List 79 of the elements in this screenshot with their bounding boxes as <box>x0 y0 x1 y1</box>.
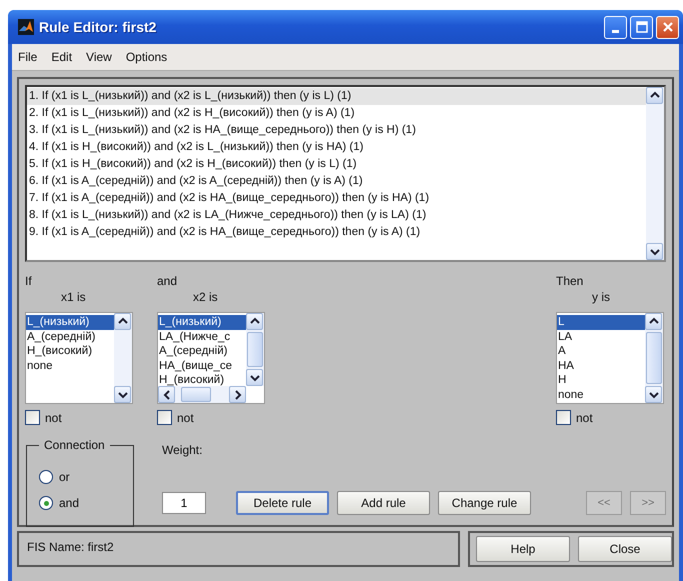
peak-icon <box>18 19 34 35</box>
weight-label: Weight: <box>162 442 204 459</box>
rule-row[interactable]: 5. If (x1 is H_(високий)) and (x2 is H_(високий)) then (y is L) (1) <box>27 156 646 173</box>
rule-row[interactable]: 3. If (x1 is L_(низький)) and (x2 is HA_(вище_середнього)) then (y is H) (1) <box>27 122 646 139</box>
list-option[interactable]: L_(низький) <box>26 315 114 330</box>
not-checkbox[interactable] <box>157 410 172 425</box>
checkbox-label: not <box>576 410 593 424</box>
list-option[interactable]: A_(середній) <box>26 330 114 344</box>
not-checkbox[interactable] <box>556 410 571 425</box>
rule-row[interactable]: 2. If (x1 is L_(низький)) and (x2 is H_(високий)) then (y is A) (1) <box>27 105 646 122</box>
not-checkbox[interactable] <box>25 410 40 425</box>
checkbox-label: not <box>177 410 194 424</box>
minimize-icon <box>612 30 619 32</box>
close-button[interactable] <box>656 16 679 38</box>
scroll-right-button[interactable] <box>229 386 246 403</box>
scroll-down-button[interactable] <box>246 369 263 386</box>
variable-label: x1 is <box>60 290 87 306</box>
list-option[interactable]: H <box>557 373 645 388</box>
radio-label: and <box>59 496 80 510</box>
scroll-thumb[interactable] <box>646 332 662 384</box>
rule-button[interactable]: Delete rule <box>236 491 329 515</box>
menu-item[interactable]: File <box>18 50 38 64</box>
scrollbar[interactable] <box>114 313 132 403</box>
scroll-thumb[interactable] <box>181 387 211 402</box>
footer-button[interactable]: Close <box>578 536 672 562</box>
rule-row[interactable]: 6. If (x1 is A_(середній)) and (x2 is A_(середній)) then (y is A) (1) <box>27 173 646 190</box>
close-icon <box>662 21 674 33</box>
list-option[interactable]: HA_(вище_се <box>158 358 246 373</box>
scroll-down-button[interactable] <box>645 386 662 403</box>
radio-button[interactable] <box>39 496 53 510</box>
footer-button[interactable]: Help <box>476 536 570 562</box>
horizontal-scrollbar[interactable] <box>158 386 246 403</box>
minimize-button[interactable] <box>604 16 627 38</box>
list-option[interactable]: HA <box>557 358 645 373</box>
section-label: Then <box>556 274 584 290</box>
rule-row[interactable]: 8. If (x1 is L_(низький)) and (x2 is LA_(Нижче_середнього)) then (y is LA) (1) <box>27 207 646 224</box>
scroll-up-button[interactable] <box>114 313 131 330</box>
list-option[interactable]: H_(високий) <box>26 344 114 358</box>
rule-row[interactable]: 9. If (x1 is A_(середній)) and (x2 is HA_(вище_середнього)) then (y is A) (1) <box>27 224 646 241</box>
scroll-up-button[interactable] <box>246 313 263 330</box>
maximize-icon <box>636 21 648 33</box>
checkbox-label: not <box>45 410 62 424</box>
list-option[interactable]: A_(середній) <box>158 344 246 358</box>
variable-label: x2 is <box>192 290 219 306</box>
weight-field[interactable]: 1 <box>162 492 206 514</box>
rule-row[interactable]: 7. If (x1 is A_(середній)) and (x2 is HA_(вище_середнього)) then (y is HA) (1) <box>27 190 646 207</box>
scroll-down-button[interactable] <box>646 243 663 260</box>
list-option[interactable]: L <box>557 315 645 330</box>
section-label: If <box>25 274 33 290</box>
list-option[interactable]: L_(низький) <box>158 315 246 330</box>
radio-label: or <box>59 470 70 484</box>
scroll-thumb[interactable] <box>247 332 263 367</box>
window-title: Rule Editor: first2 <box>39 19 158 35</box>
list-option[interactable]: LA_(Нижче_с <box>158 330 246 344</box>
menu-item[interactable]: Options <box>126 50 168 64</box>
scrollbar[interactable] <box>246 313 264 386</box>
section-label: and <box>157 274 178 290</box>
list-option[interactable]: A <box>557 344 645 358</box>
list-option[interactable]: H_(високий) <box>158 373 246 386</box>
rule-button[interactable]: Change rule <box>438 491 531 515</box>
scroll-up-button[interactable] <box>645 313 662 330</box>
rule-row[interactable]: 4. If (x1 is H_(високий)) and (x2 is L_(низький)) then (y is HA) (1) <box>27 139 646 156</box>
scrollbar[interactable] <box>645 313 663 403</box>
menu-item[interactable]: View <box>86 50 112 64</box>
group-title: Connection <box>39 438 110 452</box>
variable-label: y is <box>591 290 611 306</box>
radio-button[interactable] <box>39 470 53 484</box>
maximize-button[interactable] <box>630 16 653 38</box>
list-option[interactable]: LA <box>557 330 645 344</box>
menu-item[interactable]: Edit <box>51 50 72 64</box>
rule-button[interactable]: Add rule <box>337 491 430 515</box>
scrollbar[interactable] <box>646 87 664 260</box>
list-option[interactable]: none <box>26 358 114 373</box>
status-field: FIS Name: first2 <box>17 531 460 567</box>
scroll-left-button[interactable] <box>158 386 175 403</box>
scroll-down-button[interactable] <box>114 386 131 403</box>
scroll-up-button[interactable] <box>646 87 663 104</box>
list-option[interactable]: none <box>557 388 645 402</box>
rule-row[interactable]: 1. If (x1 is L_(низький)) and (x2 is L_(низький)) then (y is L) (1) <box>27 88 646 105</box>
